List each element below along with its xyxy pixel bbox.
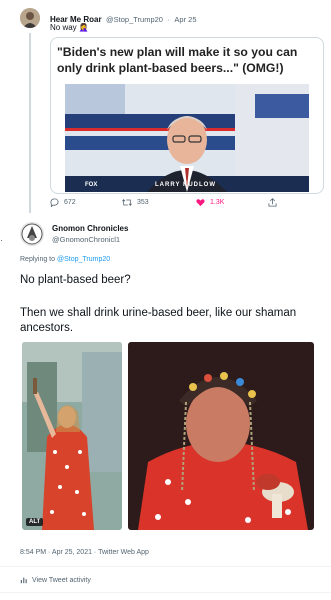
- tweet-timestamp[interactable]: 8:54 PM · Apr 25, 2021 · Twitter Web App: [20, 549, 149, 556]
- like-button[interactable]: 1.3K: [196, 198, 224, 207]
- view-tweet-activity-label: View Tweet activity: [32, 576, 91, 584]
- more-dots-icon: ·: [0, 235, 3, 245]
- thread-line: [29, 33, 31, 213]
- tweet-text-content: No way: [50, 23, 77, 32]
- facepalm-emoji: 🤦‍♀️: [78, 23, 89, 32]
- view-tweet-activity-link[interactable]: View Tweet activity: [20, 576, 91, 584]
- reply-button[interactable]: 672: [50, 198, 76, 207]
- replying-to-handle-link[interactable]: @Stop_Trump20: [57, 256, 110, 263]
- divider: [0, 592, 331, 593]
- media-card[interactable]: "Biden's new plan will make it so you ca…: [50, 37, 324, 194]
- replying-prefix: Replying to: [20, 256, 56, 263]
- heart-icon: [196, 199, 205, 207]
- user-handle[interactable]: @Stop_Trump20: [106, 15, 163, 24]
- main-tweet-author: Gnomon Chronicles @GnomonChronicl1: [52, 224, 128, 244]
- news-still-image: LARRY KUDLOW FOX: [65, 84, 309, 192]
- chyron-text: LARRY KUDLOW: [155, 182, 216, 188]
- menu-button[interactable]: ·: [0, 230, 6, 245]
- reply-icon: [50, 198, 59, 207]
- separator-dot: ·: [167, 15, 170, 24]
- retweet-count: 353: [137, 199, 149, 206]
- reply-count: 672: [64, 199, 76, 206]
- main-tweet-line2: Then we shall drink urine-based beer, li…: [20, 307, 297, 334]
- retweet-icon: [122, 198, 132, 207]
- alt-badge[interactable]: ALT: [26, 518, 44, 526]
- display-name[interactable]: Gnomon Chronicles: [52, 224, 128, 233]
- shaman-woman-photo-icon: [22, 342, 122, 530]
- tweet-text: No way 🤦‍♀️: [50, 23, 89, 32]
- shaman-portrait-photo-icon: [128, 342, 314, 530]
- gnome-logo-icon: [20, 222, 44, 246]
- media-photo-right[interactable]: [128, 342, 314, 530]
- news-scene-icon: [65, 84, 309, 192]
- main-tweet-line1: No plant-based beer?: [20, 274, 131, 286]
- replying-to: Replying to @Stop_Trump20: [20, 256, 110, 263]
- share-button[interactable]: [268, 198, 277, 207]
- avatar[interactable]: [20, 222, 44, 246]
- media-photo-left[interactable]: ALT: [22, 342, 122, 530]
- profile-photo-icon: [20, 8, 40, 28]
- network-logo: FOX: [85, 182, 98, 188]
- tweet-date[interactable]: Apr 25: [174, 15, 196, 24]
- divider: [0, 566, 331, 567]
- user-handle[interactable]: @GnomonChronicl1: [52, 235, 128, 244]
- share-icon: [268, 198, 277, 207]
- card-headline: "Biden's new plan will make it so you ca…: [57, 45, 298, 75]
- like-count: 1.3K: [210, 199, 225, 206]
- tweet-actions: 672 353 1.3K: [50, 198, 320, 210]
- avatar[interactable]: [20, 8, 40, 28]
- retweet-button[interactable]: 353: [122, 198, 149, 207]
- analytics-icon: [20, 577, 27, 584]
